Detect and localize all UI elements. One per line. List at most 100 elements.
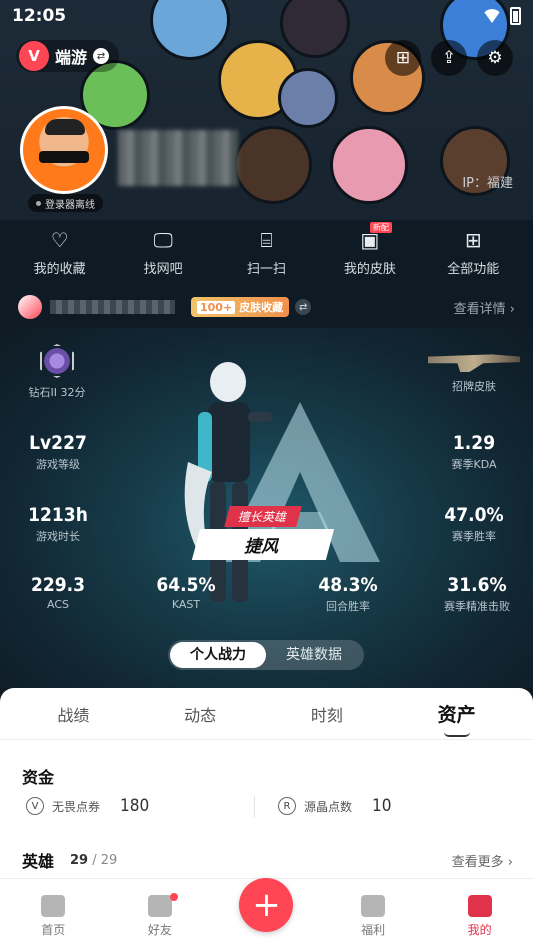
- nav-friends-label: 好友: [147, 923, 172, 937]
- stat-rank-label: 钻石II 32分: [28, 386, 86, 399]
- status-dot-icon: [36, 200, 41, 206]
- blurred-username: [118, 130, 238, 186]
- grid-icon: ⊞: [464, 228, 482, 252]
- stat-kast: 64.5% KAST: [146, 574, 226, 611]
- stat-kda-value: 1.29: [452, 432, 496, 454]
- stats-view-toggle: 个人战力 英雄数据: [168, 640, 364, 670]
- battery-icon: [510, 7, 521, 25]
- stat-headshot-value: 31.6%: [447, 574, 507, 596]
- tab-record[interactable]: 战绩: [57, 702, 89, 726]
- heroes-more-link[interactable]: 查看更多 ›: [452, 851, 513, 870]
- home-icon: [41, 895, 66, 917]
- quick-actions: ♡ 我的收藏 🖵 找网吧 ⌸ 扫一扫 ▣ 新配 我的皮肤 ⊞ 全部功能: [0, 222, 533, 277]
- share-button[interactable]: ⇪: [431, 40, 467, 76]
- heroes-title: 英雄: [22, 852, 55, 871]
- nav-create[interactable]: +: [226, 878, 306, 938]
- valorant-logo-icon: V: [19, 41, 49, 71]
- gift-icon: [361, 895, 386, 917]
- bottom-nav: 首页 好友 + 福利 我的: [0, 878, 533, 948]
- view-details-link[interactable]: 查看详情 ›: [454, 298, 515, 317]
- add-square-icon: ⊞: [395, 48, 411, 68]
- skin-collection-badge[interactable]: 100+ 皮肤收藏: [191, 297, 290, 317]
- avatar[interactable]: [20, 106, 108, 194]
- stat-hours-value: 1213h: [28, 504, 88, 526]
- sticker-5: [278, 68, 338, 128]
- stat-signature-skin[interactable]: 招牌皮肤: [424, 350, 524, 394]
- nav-welfare-label: 福利: [361, 923, 386, 937]
- quick-all-features-label: 全部功能: [447, 262, 500, 277]
- game-name: 端游: [55, 48, 88, 67]
- quick-scan[interactable]: ⌸ 扫一扫: [216, 228, 316, 277]
- avatar-glasses: [39, 151, 89, 163]
- scan-icon: ⌸: [260, 228, 273, 252]
- stat-level-label: 游戏等级: [36, 458, 80, 471]
- app-root: 12:05 V 端游 ⇄ ⊞ ⇪ ⚙ 登录器离线 IP：福建 ♡ 我的收藏 🖵 …: [0, 0, 533, 948]
- status-bar: 12:05: [12, 4, 521, 28]
- ip-region: IP：福建: [462, 176, 513, 191]
- switch-account-icon[interactable]: ⇄: [295, 299, 312, 315]
- tab-activity[interactable]: 动态: [184, 702, 216, 726]
- quick-all-features[interactable]: ⊞ 全部功能: [423, 228, 523, 277]
- tab-assets[interactable]: 资产: [438, 700, 476, 727]
- quick-favorites[interactable]: ♡ 我的收藏: [10, 228, 110, 277]
- stat-round-win-value: 48.3%: [318, 574, 378, 596]
- friends-icon: [147, 895, 172, 917]
- wifi-icon: [482, 9, 502, 23]
- plus-icon: +: [239, 878, 294, 932]
- quick-my-skins[interactable]: ▣ 新配 我的皮肤: [320, 222, 420, 277]
- stat-kda-label: 赛季KDA: [451, 458, 497, 471]
- toggle-hero-data[interactable]: 英雄数据: [266, 642, 362, 668]
- avatar-hair: [45, 119, 85, 135]
- rifle-skin-icon: [428, 354, 520, 372]
- login-status-text: 登录器离线: [45, 199, 95, 211]
- stat-round-win-label: 回合胜率: [326, 600, 370, 613]
- toggle-personal-power[interactable]: 个人战力: [170, 642, 266, 668]
- favorite-hero-tag[interactable]: 擅长英雄 捷风: [191, 506, 335, 560]
- nav-home[interactable]: 首页: [13, 895, 93, 938]
- nav-mine-label: 我的: [467, 923, 492, 937]
- funds-divider: [254, 796, 255, 818]
- account-row: 100+ 皮肤收藏 ⇄ 查看详情 ›: [18, 294, 515, 320]
- skin-badge-text: 皮肤收藏: [239, 301, 284, 314]
- gear-icon: ⚙: [487, 48, 503, 68]
- switch-icon: ⇄: [93, 48, 110, 64]
- tab-moments[interactable]: 时刻: [311, 702, 343, 726]
- fund-valorant-points-label: 无畏点券: [52, 799, 101, 814]
- fund-radianite-points[interactable]: R 源晶点数 10: [278, 796, 391, 816]
- status-icons: [482, 7, 521, 25]
- stat-level-value: Lv227: [29, 432, 87, 454]
- nav-friends[interactable]: 好友: [120, 893, 200, 938]
- quick-favorites-label: 我的收藏: [33, 262, 86, 277]
- settings-button[interactable]: ⚙: [477, 40, 513, 76]
- account-avatar: [18, 295, 42, 319]
- stat-headshot-label: 赛季精准击败: [444, 600, 510, 613]
- stat-acs-value: 229.3: [30, 574, 86, 596]
- favorite-hero-name: 捷风: [191, 529, 335, 560]
- stat-acs-label: ACS: [47, 598, 69, 611]
- stat-rank[interactable]: 钻石II 32分: [24, 344, 90, 400]
- nav-home-label: 首页: [41, 923, 66, 937]
- profile-icon: [467, 895, 492, 917]
- stat-kast-value: 64.5%: [156, 574, 216, 596]
- funds-title: 资金: [22, 768, 55, 787]
- game-switcher[interactable]: V 端游 ⇄: [16, 40, 120, 72]
- quick-find-cafe[interactable]: 🖵 找网吧: [113, 228, 213, 277]
- stat-kast-label: KAST: [171, 598, 201, 611]
- diamond-rank-icon: [40, 344, 74, 378]
- notification-dot: [169, 893, 178, 901]
- fund-radianite-points-value: 10: [372, 796, 392, 816]
- fund-valorant-points-value: 180: [120, 796, 150, 816]
- login-status-badge: 登录器离线: [28, 194, 103, 212]
- sticker-8: [330, 126, 408, 204]
- nav-welfare[interactable]: 福利: [333, 895, 413, 938]
- blurred-account-id: [50, 300, 175, 314]
- add-card-button[interactable]: ⊞: [385, 40, 421, 76]
- stat-hours-label: 游戏时长: [36, 530, 80, 543]
- fund-valorant-points[interactable]: V 无畏点券 180: [26, 796, 149, 816]
- stat-winrate-value: 47.0%: [444, 504, 504, 526]
- quick-my-skins-label: 我的皮肤: [343, 262, 396, 277]
- nav-mine[interactable]: 我的: [440, 895, 520, 938]
- favorite-hero-label: 擅长英雄: [224, 506, 302, 527]
- heroes-owned: 29: [70, 852, 89, 868]
- stat-level: Lv227 游戏等级: [16, 432, 100, 472]
